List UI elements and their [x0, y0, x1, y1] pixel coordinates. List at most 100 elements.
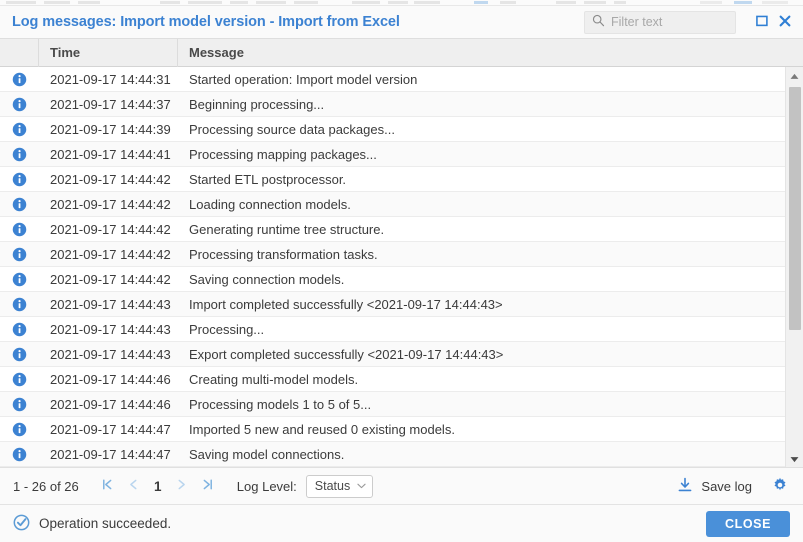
table-vertical-scrollbar[interactable] [785, 67, 803, 467]
row-message-cell: Export completed successfully <2021-09-1… [178, 347, 785, 362]
table-row[interactable]: 2021-09-17 14:44:42Saving connection mod… [0, 267, 785, 292]
close-window-button[interactable] [775, 12, 795, 32]
row-time-cell: 2021-09-17 14:44:42 [39, 272, 178, 287]
row-time-cell: 2021-09-17 14:44:47 [39, 447, 178, 462]
row-time-cell: 2021-09-17 14:44:46 [39, 397, 178, 412]
last-page-button[interactable] [195, 474, 221, 498]
column-header-message[interactable]: Message [178, 39, 803, 67]
row-message-cell: Processing transformation tasks. [178, 247, 785, 262]
table-row[interactable]: 2021-09-17 14:44:46Processing models 1 t… [0, 392, 785, 417]
settings-button[interactable] [770, 476, 790, 496]
table-row[interactable]: 2021-09-17 14:44:43Import completed succ… [0, 292, 785, 317]
row-time-cell: 2021-09-17 14:44:39 [39, 122, 178, 137]
status-message: Operation succeeded. [39, 516, 171, 531]
next-page-icon [175, 478, 188, 495]
info-icon [12, 222, 27, 237]
table-row[interactable]: 2021-09-17 14:44:46Creating multi-model … [0, 367, 785, 392]
info-icon [12, 272, 27, 287]
table-row[interactable]: 2021-09-17 14:44:42Loading connection mo… [0, 192, 785, 217]
column-header-time[interactable]: Time [39, 39, 178, 67]
info-icon [12, 322, 27, 337]
background-menubar-strip [0, 0, 803, 6]
info-icon [12, 247, 27, 262]
previous-page-icon [127, 478, 140, 495]
column-header-icon[interactable] [0, 39, 39, 67]
table-row[interactable]: 2021-09-17 14:44:43Export completed succ… [0, 342, 785, 367]
info-icon [12, 372, 27, 387]
row-message-cell: Creating multi-model models. [178, 372, 785, 387]
log-level-label: Log Level: [237, 479, 297, 494]
row-message-cell: Saving connection models. [178, 272, 785, 287]
row-message-cell: Loading connection models. [178, 197, 785, 212]
first-page-button[interactable] [95, 474, 121, 498]
table-row[interactable]: 2021-09-17 14:44:41Processing mapping pa… [0, 142, 785, 167]
log-table: Time Message 2021-09-17 14:44:31Started … [0, 39, 803, 468]
row-message-cell: Started operation: Import model version [178, 72, 785, 87]
row-severity-icon-cell [0, 347, 39, 362]
log-level-selected-value: Status [315, 479, 350, 493]
dialog-title: Log messages: Import model version - Imp… [12, 14, 400, 30]
row-severity-icon-cell [0, 247, 39, 262]
row-time-cell: 2021-09-17 14:44:41 [39, 147, 178, 162]
row-severity-icon-cell [0, 297, 39, 312]
current-page-label[interactable]: 1 [147, 479, 169, 494]
scrollbar-thumb[interactable] [789, 87, 801, 330]
info-icon [12, 197, 27, 212]
row-severity-icon-cell [0, 72, 39, 87]
row-message-cell: Import completed successfully <2021-09-1… [178, 297, 785, 312]
close-button[interactable]: CLOSE [706, 511, 790, 537]
next-page-button[interactable] [169, 474, 195, 498]
previous-page-button[interactable] [121, 474, 147, 498]
log-level-select[interactable]: Status [306, 475, 373, 498]
log-messages-dialog: Log messages: Import model version - Imp… [0, 0, 803, 542]
filter-text-input[interactable] [611, 15, 728, 29]
info-icon [12, 147, 27, 162]
table-row[interactable]: 2021-09-17 14:44:47Imported 5 new and re… [0, 417, 785, 442]
info-icon [12, 422, 27, 437]
gear-icon [772, 477, 788, 496]
scroll-down-arrow-icon [790, 451, 799, 466]
maximize-button[interactable] [752, 12, 772, 32]
row-severity-icon-cell [0, 122, 39, 137]
row-time-cell: 2021-09-17 14:44:37 [39, 97, 178, 112]
table-header-row: Time Message [0, 39, 803, 67]
table-row[interactable]: 2021-09-17 14:44:47Saving model connecti… [0, 442, 785, 467]
pagination-bar: 1 - 26 of 26 1 [0, 468, 803, 505]
record-range-label: 1 - 26 of 26 [13, 479, 79, 494]
table-row[interactable]: 2021-09-17 14:44:43Processing... [0, 317, 785, 342]
check-circle-icon [13, 514, 30, 534]
row-severity-icon-cell [0, 372, 39, 387]
table-row[interactable]: 2021-09-17 14:44:42Processing transforma… [0, 242, 785, 267]
scroll-up-arrow-icon [790, 68, 799, 83]
dialog-titlebar: Log messages: Import model version - Imp… [0, 6, 803, 39]
scroll-down-button[interactable] [786, 450, 803, 467]
row-severity-icon-cell [0, 222, 39, 237]
row-time-cell: 2021-09-17 14:44:47 [39, 422, 178, 437]
first-page-icon [101, 478, 114, 495]
table-rows: 2021-09-17 14:44:31Started operation: Im… [0, 67, 785, 467]
row-time-cell: 2021-09-17 14:44:42 [39, 197, 178, 212]
row-time-cell: 2021-09-17 14:44:43 [39, 297, 178, 312]
search-icon [592, 14, 605, 30]
row-message-cell: Saving model connections. [178, 447, 785, 462]
table-row[interactable]: 2021-09-17 14:44:39Processing source dat… [0, 117, 785, 142]
row-time-cell: 2021-09-17 14:44:42 [39, 172, 178, 187]
save-log-label: Save log [701, 479, 752, 494]
save-log-button[interactable]: Save log [677, 477, 752, 496]
row-severity-icon-cell [0, 447, 39, 462]
table-row[interactable]: 2021-09-17 14:44:37Beginning processing.… [0, 92, 785, 117]
row-message-cell: Imported 5 new and reused 0 existing mod… [178, 422, 785, 437]
row-time-cell: 2021-09-17 14:44:42 [39, 222, 178, 237]
info-icon [12, 347, 27, 362]
row-message-cell: Processing source data packages... [178, 122, 785, 137]
filter-text-box[interactable] [584, 11, 736, 34]
table-row[interactable]: 2021-09-17 14:44:31Started operation: Im… [0, 67, 785, 92]
table-row[interactable]: 2021-09-17 14:44:42Started ETL postproce… [0, 167, 785, 192]
row-message-cell: Started ETL postprocessor. [178, 172, 785, 187]
row-message-cell: Processing mapping packages... [178, 147, 785, 162]
scroll-up-button[interactable] [786, 67, 803, 84]
table-body: 2021-09-17 14:44:31Started operation: Im… [0, 67, 803, 467]
row-time-cell: 2021-09-17 14:44:42 [39, 247, 178, 262]
table-row[interactable]: 2021-09-17 14:44:42Generating runtime tr… [0, 217, 785, 242]
info-icon [12, 447, 27, 462]
